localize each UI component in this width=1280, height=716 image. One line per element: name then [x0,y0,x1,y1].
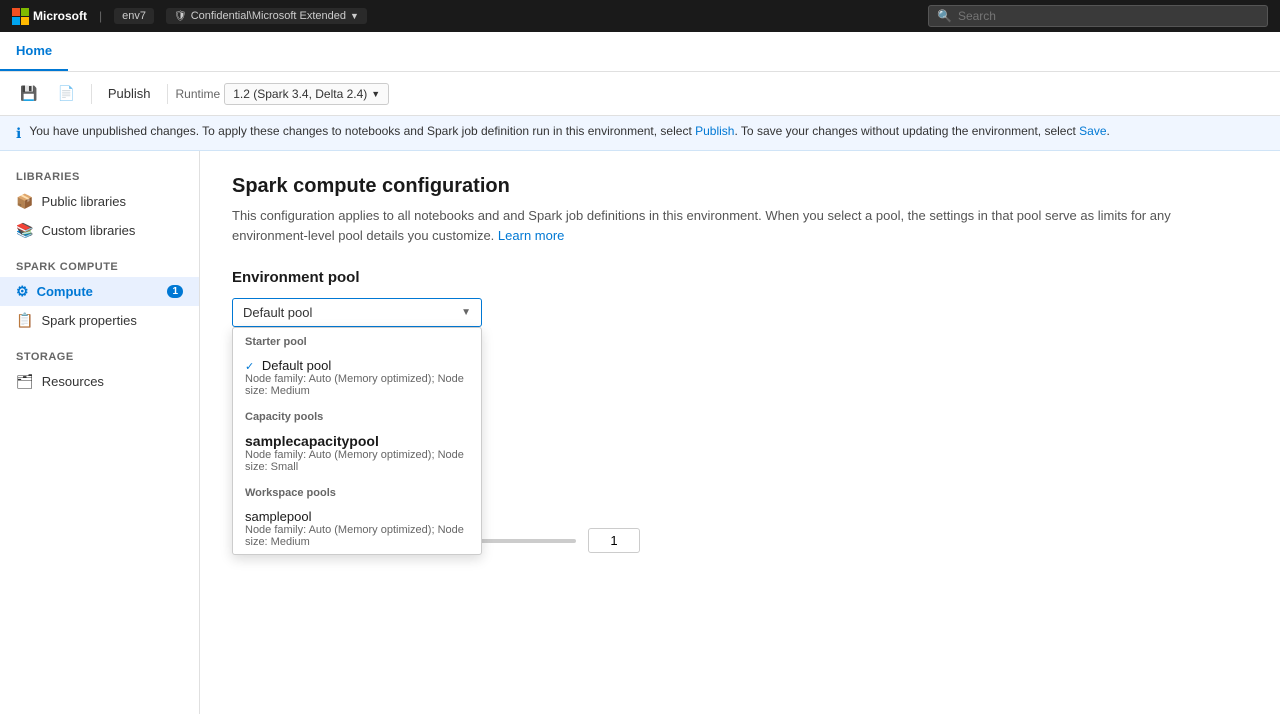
ms-logo: Microsoft [12,8,87,25]
resources-icon: 🗂 [16,373,34,390]
compute-badge: 1 [167,285,183,298]
dropdown-item-ws-desc: Node family: Auto (Memory optimized); No… [245,524,469,548]
public-libraries-icon: 📦 [16,193,33,210]
env-badge: env7 [114,8,154,24]
main-layout: Libraries 📦 Public libraries 📚 Custom li… [0,151,1280,714]
save-disk-icon: 💾 [20,85,37,102]
toolbar-divider-2 [167,84,168,104]
info-banner: ℹ You have unpublished changes. To apply… [0,116,1280,151]
nav-bar: Home [0,32,1280,72]
sidebar-item-public-libraries[interactable]: 📦 Public libraries [0,187,199,216]
environment-pool-dropdown-wrapper: Default pool ▼ Starter pool ✓ Default po… [232,298,482,327]
save-icon-button[interactable]: 💾 [12,81,45,106]
dropdown-item-samplepool[interactable]: samplepool Node family: Auto (Memory opt… [233,503,481,554]
sidebar-section-libraries: Libraries [0,167,199,187]
sidebar-section-storage: Storage [0,347,199,367]
dropdown-item-capacity-desc: Node family: Auto (Memory optimized); No… [245,449,469,473]
publish-label: Publish [108,86,151,101]
save-file-icon: 📄 [57,85,74,102]
toolbar-divider [91,84,92,104]
runtime-badge[interactable]: 1.2 (Spark 3.4, Delta 2.4) ▼ [224,83,389,105]
dropdown-item-ws-name: samplepool [245,509,469,524]
sidebar-item-label-spark: Spark properties [41,313,136,328]
search-icon: 🔍 [937,9,952,23]
confidential-label: Confidential\Microsoft Extended [191,10,346,22]
compute-icon: ⚙ [16,283,29,300]
main-content: Spark compute configuration This configu… [200,151,1280,714]
sidebar-item-custom-libraries[interactable]: 📚 Custom libraries [0,216,199,245]
dropdown-group-capacity: Capacity pools [233,403,481,427]
dropdown-item-bold-name: samplecapacitypool [245,433,469,449]
info-text-end: . [1107,124,1110,138]
dropdown-selected-value: Default pool [243,305,312,320]
nav-item-home[interactable]: Home [0,32,68,71]
sidebar-item-resources[interactable]: 🗂 Resources [0,367,199,396]
page-desc-text: This configuration applies to all notebo… [232,208,1171,243]
dropdown-item-desc: Node family: Auto (Memory optimized); No… [245,373,469,397]
check-icon: ✓ [245,361,254,373]
environment-pool-title: Environment pool [232,269,1248,286]
save-file-button[interactable]: 📄 [49,81,82,106]
info-text-before: You have unpublished changes. To apply t… [29,124,695,138]
chevron-down-icon: ▼ [461,307,471,318]
spark-properties-icon: 📋 [16,312,33,329]
ms-logo-text: Microsoft [33,9,87,23]
nav-home-label: Home [16,43,52,58]
search-bar[interactable]: 🔍 [928,5,1268,27]
learn-more-link[interactable]: Learn more [498,228,564,243]
sidebar-item-label-public: Public libraries [41,194,126,209]
sidebar-item-label-resources: Resources [42,374,104,389]
sidebar: Libraries 📦 Public libraries 📚 Custom li… [0,151,200,714]
sidebar-item-label-custom: Custom libraries [41,223,135,238]
dropdown-menu: Starter pool ✓ Default pool Node family:… [232,327,482,555]
sidebar-item-spark-properties[interactable]: 📋 Spark properties [0,306,199,335]
sidebar-item-compute[interactable]: ⚙ Compute 1 [0,277,199,306]
info-icon: ℹ [16,125,21,142]
publish-button[interactable]: Publish [100,82,159,105]
slider-end-input[interactable] [588,528,640,553]
confidential-badge[interactable]: 🛡 Confidential\Microsoft Extended ▼ [166,8,367,24]
dropdown-group-starter: Starter pool [233,328,481,352]
environment-pool-dropdown[interactable]: Default pool ▼ [232,298,482,327]
chevron-down-icon: ▼ [371,89,380,99]
page-title: Spark compute configuration [232,175,1248,198]
shield-icon: 🛡 [174,11,187,22]
sidebar-item-label-compute: Compute [37,284,93,299]
search-input[interactable] [958,9,1259,23]
custom-libraries-icon: 📚 [16,222,33,239]
chevron-down-icon: ▼ [350,11,359,21]
info-text: You have unpublished changes. To apply t… [29,124,1110,138]
dropdown-item-capacity-pool[interactable]: samplecapacitypool Node family: Auto (Me… [233,427,481,479]
dropdown-item-default-pool[interactable]: ✓ Default pool Node family: Auto (Memory… [233,352,481,403]
runtime-value: 1.2 (Spark 3.4, Delta 2.4) [233,87,367,101]
toolbar: 💾 📄 Publish Runtime 1.2 (Spark 3.4, Delt… [0,72,1280,116]
dropdown-group-workspace: Workspace pools [233,479,481,503]
info-text-middle: . To save your changes without updating … [734,124,1079,138]
dropdown-item-name: Default pool [262,358,331,373]
page-desc: This configuration applies to all notebo… [232,206,1248,245]
top-bar: Microsoft | env7 🛡 Confidential\Microsof… [0,0,1280,32]
publish-link[interactable]: Publish [695,124,734,138]
runtime-label: Runtime [176,87,221,101]
save-link[interactable]: Save [1079,124,1106,138]
sidebar-section-spark: Spark compute [0,257,199,277]
